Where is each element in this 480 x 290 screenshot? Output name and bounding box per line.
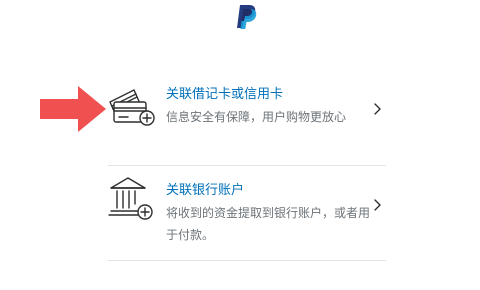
payment-method-list: 关联借记卡或信用卡 信息安全有保障，用户购物更放心 关联银行账户 将收到的资金提… [108,64,386,261]
link-bank-description: 将收到的资金提取到银行账户，或者用于付款。 [166,206,371,242]
link-payment-method-page: 关联借记卡或信用卡 信息安全有保障，用户购物更放心 关联银行账户 将收到的资金提… [0,0,480,290]
chevron-right-icon[interactable] [372,102,382,116]
chevron-right-icon[interactable] [372,198,382,212]
link-card-text: 关联借记卡或信用卡 信息安全有保障，用户购物更放心 [166,86,366,128]
link-bank-text: 关联银行账户 将收到的资金提取到银行账户，或者用于付款。 [166,182,370,246]
link-bank-option[interactable]: 关联银行账户 将收到的资金提取到银行账户，或者用于付款。 [108,166,386,261]
credit-card-add-icon [109,89,155,126]
link-card-title[interactable]: 关联借记卡或信用卡 [166,86,366,104]
paypal-logo-icon [237,5,257,29]
arrow-right-icon [40,86,106,132]
bank-add-icon [108,177,153,220]
link-bank-title[interactable]: 关联银行账户 [166,182,366,200]
link-card-description: 信息安全有保障，用户购物更放心 [166,110,347,124]
link-card-option[interactable]: 关联借记卡或信用卡 信息安全有保障，用户购物更放心 [108,64,386,166]
